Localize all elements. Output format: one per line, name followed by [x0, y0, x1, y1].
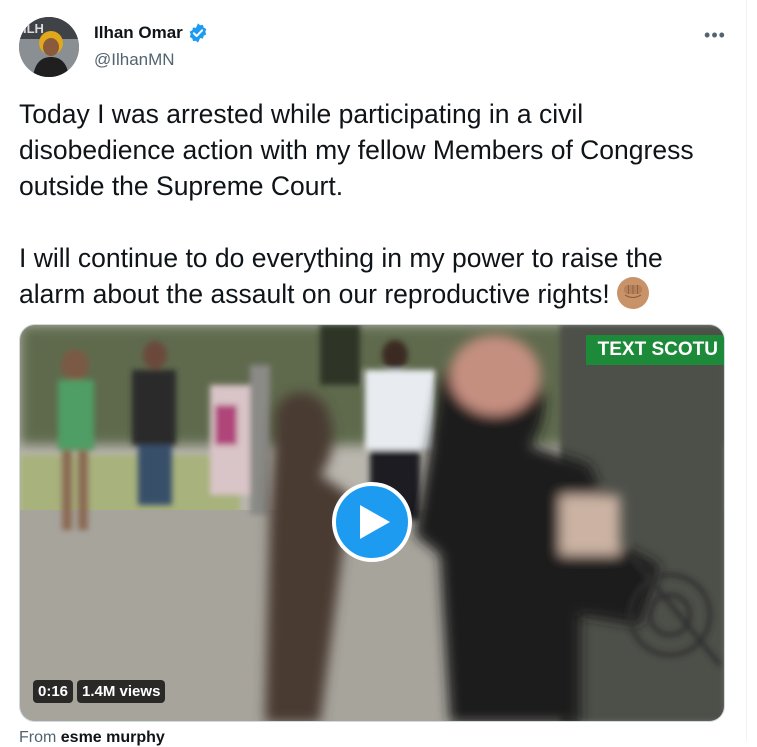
- video-attribution: From esme murphy: [19, 729, 165, 747]
- video-banner: TEXT SCOTU: [585, 335, 724, 365]
- avatar[interactable]: ILH: [19, 17, 79, 77]
- video-views: 1.4M views: [77, 680, 166, 703]
- tweet-paragraph: Today I was arrested while participating…: [19, 99, 694, 201]
- more-options-icon[interactable]: •••: [700, 20, 730, 50]
- timeline-divider: [746, 0, 747, 741]
- svg-text:ILH: ILH: [23, 21, 44, 36]
- play-icon: [360, 505, 390, 539]
- video-stats: 0:16 1.4M views: [33, 680, 166, 703]
- author-name[interactable]: Ilhan Omar: [94, 23, 183, 43]
- raised-fist-icon: [616, 276, 650, 310]
- tweet-paragraph-with-emoji: I will continue to do everything in my p…: [19, 240, 734, 312]
- verified-badge-icon: [187, 22, 209, 44]
- author-handle[interactable]: @IlhanMN: [94, 50, 175, 70]
- tweet-paragraph: I will continue to do everything in my p…: [19, 243, 663, 309]
- video-player[interactable]: TEXT SCOTU 0:16 1.4M views: [19, 324, 725, 722]
- author-name-row[interactable]: Ilhan Omar: [94, 22, 209, 44]
- tweet-text: Today I was arrested while participating…: [19, 96, 734, 312]
- play-button[interactable]: [332, 482, 412, 562]
- attribution-source[interactable]: esme murphy: [61, 729, 165, 746]
- video-duration: 0:16: [33, 680, 74, 703]
- attribution-prefix: From: [19, 729, 57, 746]
